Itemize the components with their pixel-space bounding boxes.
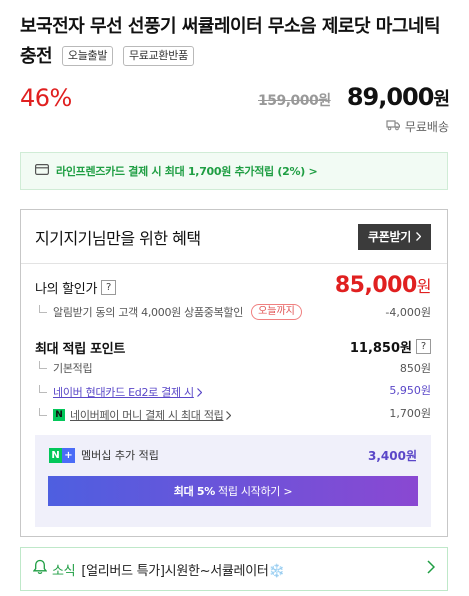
points-value-wrap: 11,850원 ? bbox=[350, 337, 431, 356]
my-price-label: 나의 할인가 bbox=[35, 282, 98, 297]
card-promo-text: 라인프렌즈카드 결제 시 최대 1,700원 추가적립 (2%) > bbox=[56, 165, 318, 178]
tree-branch bbox=[39, 305, 47, 313]
today-only-badge: 오늘까지 bbox=[251, 304, 302, 320]
benefit-title: 지기지기님만을 위한 혜택 bbox=[35, 228, 201, 248]
bell-icon bbox=[32, 559, 48, 579]
membership-box: N + 멤버십 추가 적립 3,400원 최대 5% 적립 시작하기 > bbox=[35, 435, 431, 527]
credit-card-icon bbox=[35, 164, 56, 178]
product-title: 보국전자 무선 선풍기 써큘레이터 무소음 제로닷 마그네틱충전 오늘출발 무료… bbox=[20, 12, 450, 72]
basic-points-label: 기본적립 bbox=[53, 362, 93, 375]
chevron-right-icon bbox=[226, 405, 232, 424]
chevron-right-icon bbox=[427, 560, 436, 578]
coupon-button[interactable]: 쿠폰받기 bbox=[358, 223, 431, 250]
shipping-label: 무료배송 bbox=[404, 120, 449, 134]
card-points-value-wrap: 5,950원 bbox=[389, 382, 431, 398]
sale-price: 89,000원 bbox=[346, 83, 450, 111]
tree-branch bbox=[39, 384, 47, 393]
tree-branch bbox=[39, 407, 47, 416]
my-price-row: 나의 할인가 ? bbox=[35, 278, 117, 297]
points-label: 최대 적립 포인트 bbox=[35, 342, 126, 357]
membership-row: N + 멤버십 추가 적립 bbox=[49, 447, 159, 463]
membership-label: 멤버십 추가 적립 bbox=[81, 449, 159, 462]
my-price-amount: 85,000 bbox=[334, 273, 417, 298]
card-promo-banner[interactable]: 라인프렌즈카드 결제 시 최대 1,700원 추가적립 (2%) > bbox=[20, 152, 448, 190]
points-row: 최대 적립 포인트 bbox=[35, 338, 125, 357]
npay-points-row[interactable]: N 네이버페이 머니 결제 시 최대 적립 bbox=[39, 405, 232, 424]
membership-value: 3,400원 bbox=[368, 449, 417, 463]
help-icon[interactable]: ? bbox=[416, 339, 431, 354]
basic-points-row: 기본적립 bbox=[39, 360, 93, 376]
alarm-discount-row: 알림받기 동의 고객 4,000원 상품중복할인 오늘까지 bbox=[39, 304, 302, 320]
alarm-discount-label: 알림받기 동의 고객 4,000원 상품중복할인 bbox=[53, 306, 244, 319]
benefit-header: 지기지기님만을 위한 혜택 쿠폰받기 bbox=[21, 210, 447, 264]
npay-points-value: 1,700원 bbox=[389, 407, 431, 420]
help-icon[interactable]: ? bbox=[101, 280, 117, 295]
basic-points-value-wrap: 850원 bbox=[400, 360, 431, 376]
tag-today-shipping: 오늘출발 bbox=[61, 46, 114, 66]
news-tag: 소식 bbox=[52, 563, 76, 579]
original-price: 159,000원 bbox=[258, 93, 331, 109]
basic-points-value: 850원 bbox=[399, 362, 431, 375]
start-button-label: 적립 시작하기 > bbox=[218, 485, 293, 498]
news-text: [얼리버드 특가]시원한~서큘레이터❄️ bbox=[81, 563, 285, 579]
coupon-button-label: 쿠폰받기 bbox=[368, 230, 411, 244]
tag-free-return: 무료교환반품 bbox=[122, 46, 194, 66]
points-value: 11,850원 bbox=[349, 341, 412, 356]
shipping-info: 무료배송 bbox=[386, 118, 449, 135]
membership-value-wrap: 3,400원 bbox=[368, 447, 417, 464]
start-button-bold: 최대 5% bbox=[173, 485, 216, 498]
card-points-value: 5,950원 bbox=[389, 384, 431, 397]
npay-points-link[interactable]: 네이버페이 머니 결제 시 최대 적립 bbox=[70, 407, 224, 423]
tree-branch bbox=[39, 361, 47, 369]
news-banner[interactable]: 소식 [얼리버드 특가]시원한~서큘레이터❄️ bbox=[20, 547, 448, 591]
sale-price-amount: 89,000 bbox=[346, 83, 435, 111]
my-price-value: 85,000원 bbox=[334, 273, 432, 298]
benefit-panel: 지기지기님만을 위한 혜택 쿠폰받기 나의 할인가 ? 85,000원 알림받기… bbox=[20, 209, 448, 537]
sale-price-unit: 원 bbox=[433, 89, 450, 110]
naver-pay-icon: N bbox=[53, 408, 65, 421]
truck-icon bbox=[386, 119, 400, 134]
card-points-link[interactable]: 네이버 현대카드 Ed2로 결제 시 bbox=[53, 384, 194, 400]
my-price-unit: 원 bbox=[416, 277, 432, 296]
card-points-row[interactable]: 네이버 현대카드 Ed2로 결제 시 bbox=[39, 382, 203, 401]
discount-rate: 46% bbox=[20, 84, 72, 112]
alarm-discount-value: -4,000원 bbox=[385, 306, 431, 319]
chevron-right-icon bbox=[416, 230, 422, 244]
npay-points-value-wrap: 1,700원 bbox=[389, 405, 431, 421]
start-membership-button[interactable]: 최대 5% 적립 시작하기 > bbox=[48, 476, 418, 506]
alarm-discount-value-wrap: -4,000원 bbox=[385, 304, 431, 320]
naver-plus-icon: N + bbox=[49, 447, 75, 463]
chevron-right-icon bbox=[196, 382, 203, 401]
